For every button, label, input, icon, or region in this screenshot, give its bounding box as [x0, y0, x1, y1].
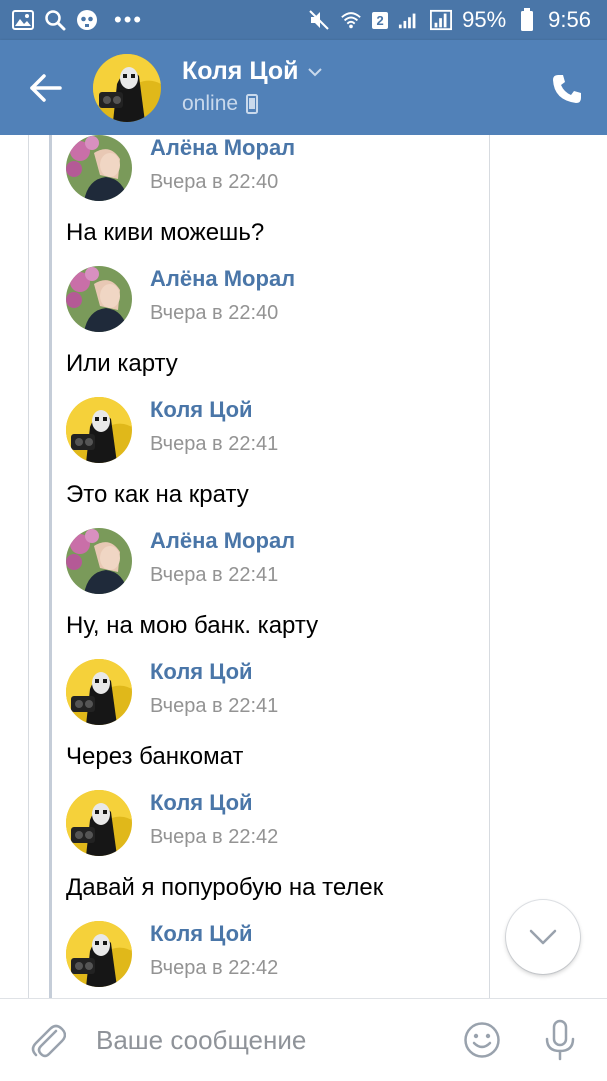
message-author[interactable]: Алёна Морал [150, 528, 295, 554]
message-author[interactable]: Коля Цой [150, 921, 253, 947]
voice-message-button[interactable] [543, 1019, 577, 1061]
chat-header: Коля Цой online [0, 40, 607, 135]
avatar[interactable] [66, 528, 132, 594]
avatar[interactable] [66, 397, 132, 463]
message-author[interactable]: Коля Цой [150, 790, 253, 816]
chevron-down-icon [307, 67, 322, 76]
avatar[interactable] [66, 921, 132, 987]
contact-name-text: Коля Цой [182, 57, 299, 85]
message-time: Вчера в 22:41 [150, 564, 279, 586]
mobile-icon [246, 94, 259, 114]
attach-button[interactable] [30, 1021, 67, 1059]
paperclip-icon [31, 1024, 67, 1058]
message-time: Вчера в 22:42 [150, 826, 279, 848]
signal-icon [430, 9, 453, 31]
contact-name[interactable]: Коля Цой [182, 57, 323, 86]
sim-badge: 2 [372, 11, 389, 29]
message-time: Вчера в 22:40 [150, 302, 279, 324]
battery-icon [516, 8, 538, 31]
smile-icon [464, 1022, 500, 1058]
status-bar: ••• 2 95% 9:56 [0, 0, 607, 40]
skull-icon [76, 9, 98, 31]
message-composer [0, 998, 607, 1081]
message-text: Или карту [66, 350, 178, 377]
more-icon: ••• [114, 7, 144, 32]
clock: 9:56 [548, 7, 591, 32]
search-icon [44, 9, 66, 31]
forward-quote-line [49, 135, 52, 998]
avatar[interactable] [66, 266, 132, 332]
status-bar-left: ••• [12, 7, 143, 33]
avatar[interactable] [66, 790, 132, 856]
message-time: Вчера в 22:41 [150, 433, 279, 455]
message-author[interactable]: Алёна Морал [150, 266, 295, 292]
contact-avatar[interactable] [93, 54, 161, 122]
message-text: Давай я попуробую на телек [66, 874, 384, 901]
avatar[interactable] [66, 659, 132, 725]
online-status-text: online [182, 92, 239, 115]
phone-icon [553, 75, 581, 103]
microphone-icon [545, 1019, 575, 1061]
scroll-to-bottom-button[interactable] [506, 900, 580, 974]
message-time: Вчера в 22:41 [150, 695, 279, 717]
chevron-down-icon [529, 929, 557, 945]
message-text: Через банкомат [66, 743, 244, 770]
wifi-icon [340, 9, 362, 31]
message-time: Вчера в 22:42 [150, 957, 279, 979]
message-text: На киви можешь? [66, 219, 265, 246]
emoji-button[interactable] [463, 1021, 501, 1059]
status-bar-right: 2 95% 9:56 [308, 7, 591, 33]
call-button[interactable] [550, 72, 584, 106]
battery-percent: 95% [462, 7, 507, 32]
signal-icon [398, 9, 420, 31]
message-text: Ну, на мою банк. карту [66, 612, 319, 639]
mute-icon [308, 9, 330, 31]
message-input[interactable] [86, 1017, 446, 1063]
chat-area[interactable]: Алёна Морал Вчера в 22:40 На киви можешь… [0, 135, 607, 998]
message-text: Это как на крату [66, 481, 249, 508]
contact-status: online [182, 92, 259, 116]
message-author[interactable]: Коля Цой [150, 659, 253, 685]
avatar[interactable] [66, 135, 132, 201]
message-author[interactable]: Коля Цой [150, 397, 253, 423]
back-button[interactable] [28, 70, 64, 106]
message-time: Вчера в 22:40 [150, 171, 279, 193]
message-author[interactable]: Алёна Морал [150, 135, 295, 161]
gallery-icon [12, 9, 34, 31]
back-arrow-icon [30, 74, 62, 102]
